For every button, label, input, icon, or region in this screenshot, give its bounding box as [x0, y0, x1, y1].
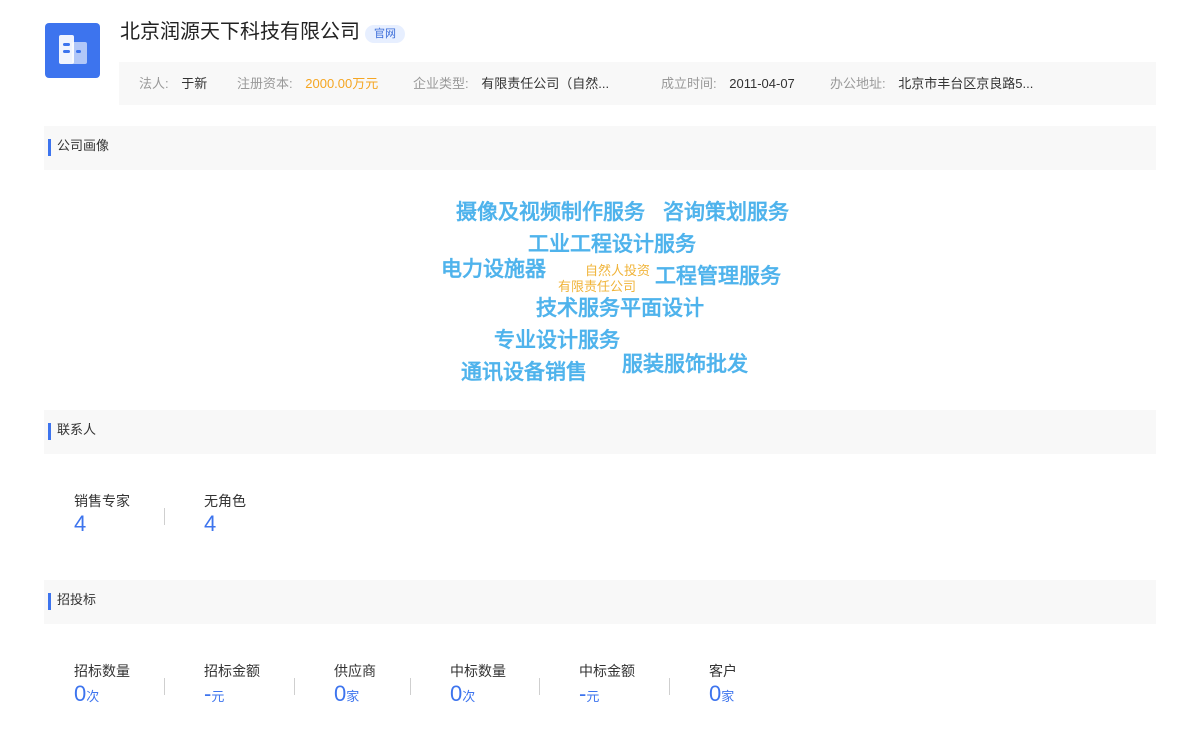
company-info-bar: 法人: 于新 注册资本: 2000.00万元 企业类型: 有限责任公司（自然..… — [119, 62, 1156, 105]
stat-divider — [164, 678, 165, 695]
stat-value: 0次 — [74, 681, 130, 710]
stat-unit: 次 — [462, 689, 476, 704]
cloud-word: 摄像及视频制作服务 — [456, 201, 645, 224]
building-icon — [59, 35, 87, 64]
stat-label: 中标金额 — [579, 663, 635, 679]
stat-value: -元 — [204, 681, 260, 710]
stat-customers[interactable]: 客户 0家 — [709, 662, 737, 710]
stat-number: 0 — [709, 681, 722, 706]
founded-value: 2011-04-07 — [729, 76, 795, 91]
stat-unit: 次 — [86, 689, 100, 704]
stat-suppliers[interactable]: 供应商 0家 — [334, 662, 376, 710]
legal-rep-item: 法人: 于新 — [139, 62, 207, 105]
company-name: 北京润源天下科技有限公司 — [120, 21, 360, 43]
stat-value: -元 — [579, 681, 635, 710]
stat-no-role[interactable]: 无角色 4 — [204, 492, 246, 537]
address-label: 办公地址: — [830, 76, 886, 91]
stat-label: 中标数量 — [450, 663, 506, 679]
stat-divider — [164, 508, 165, 525]
capital-label: 注册资本: — [237, 76, 293, 91]
stat-value: 4 — [74, 511, 87, 536]
section-accent-bar — [48, 423, 51, 440]
company-type-item: 企业类型: 有限责任公司（自然... — [413, 62, 609, 105]
company-type-value: 有限责任公司（自然... — [481, 76, 610, 91]
address-value: 北京市丰台区京良路5... — [898, 76, 1034, 91]
company-logo — [45, 23, 100, 78]
stat-unit: 元 — [211, 689, 225, 704]
stat-win-count[interactable]: 中标数量 0次 — [450, 662, 506, 710]
stat-unit: 家 — [721, 689, 735, 704]
section-bidding-header: 招投标 — [44, 580, 1156, 624]
section-contacts-header: 联系人 — [44, 410, 1156, 454]
founded-item: 成立时间: 2011-04-07 — [661, 62, 795, 105]
stat-tender-count[interactable]: 招标数量 0次 — [74, 662, 130, 710]
capital-item: 注册资本: 2000.00万元 — [237, 62, 378, 105]
section-portrait-title: 公司画像 — [57, 138, 110, 153]
stat-number: 0 — [334, 681, 347, 706]
stat-value: 0次 — [450, 681, 506, 710]
stat-divider — [539, 678, 540, 695]
stat-unit: 家 — [346, 689, 360, 704]
stat-value: 4 — [204, 511, 217, 536]
stat-label: 招标数量 — [74, 663, 130, 679]
stat-divider — [294, 678, 295, 695]
cloud-word: 服装服饰批发 — [622, 353, 748, 376]
cloud-word: 工程管理服务 — [655, 265, 781, 288]
official-site-tag[interactable]: 官网 — [365, 25, 405, 43]
cloud-word: 专业设计服务 — [494, 329, 620, 352]
legal-rep-label: 法人: — [139, 76, 169, 91]
stat-label: 无角色 — [204, 493, 246, 509]
cloud-word: 有限责任公司 — [558, 279, 637, 294]
capital-value: 2000.00万元 — [305, 76, 379, 91]
cloud-word: 工业工程设计服务 — [528, 233, 696, 256]
cloud-word: 技术服务平面设计 — [536, 297, 704, 320]
stat-tender-amount[interactable]: 招标金额 -元 — [204, 662, 260, 710]
company-type-label: 企业类型: — [413, 76, 469, 91]
stat-number: 0 — [450, 681, 463, 706]
cloud-word: 自然人投资 — [585, 263, 651, 278]
cloud-word: 电力设施器 — [441, 258, 546, 281]
stat-sales-expert[interactable]: 销售专家 4 — [74, 492, 130, 537]
stat-divider — [669, 678, 670, 695]
legal-rep-value[interactable]: 于新 — [181, 76, 207, 91]
stat-divider — [410, 678, 411, 695]
stat-value: 0家 — [709, 681, 737, 710]
stat-value: 0家 — [334, 681, 376, 710]
cloud-word: 通讯设备销售 — [461, 361, 587, 384]
stat-label: 供应商 — [334, 663, 376, 679]
stat-label: 销售专家 — [74, 493, 130, 509]
stat-label: 客户 — [709, 663, 737, 679]
address-item: 办公地址: 北京市丰台区京良路5... — [830, 62, 1033, 105]
section-portrait-header: 公司画像 — [44, 126, 1156, 170]
stat-number: 0 — [74, 681, 87, 706]
stat-label: 招标金额 — [204, 663, 260, 679]
section-accent-bar — [48, 593, 51, 610]
section-accent-bar — [48, 139, 51, 156]
stat-win-amount[interactable]: 中标金额 -元 — [579, 662, 635, 710]
section-bidding-title: 招投标 — [57, 592, 97, 607]
cloud-word: 咨询策划服务 — [663, 201, 789, 224]
founded-label: 成立时间: — [661, 76, 717, 91]
stat-unit: 元 — [586, 689, 600, 704]
section-contacts-title: 联系人 — [57, 422, 97, 437]
